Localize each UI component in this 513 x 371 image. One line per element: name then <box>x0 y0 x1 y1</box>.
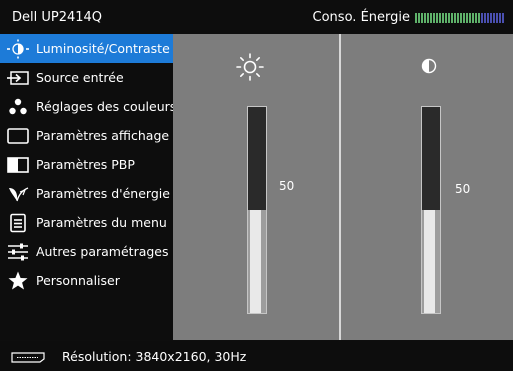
energy-segment <box>469 13 471 23</box>
menu-item-label: Paramètres affichage <box>36 128 170 143</box>
energy-settings-icon <box>6 184 30 204</box>
menu-item-pbp-settings[interactable]: Paramètres PBP <box>0 150 173 179</box>
color-settings-icon <box>6 97 30 117</box>
energy-segment <box>442 13 444 23</box>
menu-item-personalize[interactable]: Personnaliser <box>0 266 173 295</box>
energy-segment <box>466 13 468 23</box>
menu-item-energy-settings[interactable]: Paramètres d'énergie <box>0 179 173 208</box>
menu-item-label: Paramètres PBP <box>36 157 135 172</box>
energy-segment <box>454 13 456 23</box>
energy-segment <box>418 13 420 23</box>
brightness-slider[interactable] <box>247 106 267 314</box>
energy-segment <box>499 13 501 23</box>
displayport-icon <box>11 351 45 366</box>
energy-segment <box>439 13 441 23</box>
menu-item-brightness-contrast[interactable]: Luminosité/Contraste <box>0 34 173 63</box>
energy-segment <box>457 13 459 23</box>
energy-segment <box>472 13 474 23</box>
contrast-slider-fill <box>422 210 440 313</box>
menu-item-input-source[interactable]: Source entrée <box>0 63 173 92</box>
resolution-info: Résolution: 3840x2160, 30Hz <box>62 349 247 364</box>
energy-segment <box>487 13 489 23</box>
menu-item-other-settings[interactable]: Autres paramétrages <box>0 237 173 266</box>
menu-item-display-settings[interactable]: Paramètres affichage <box>0 121 173 150</box>
menu-settings-icon <box>6 213 30 233</box>
menu-item-label: Personnaliser <box>36 273 120 288</box>
energy-segment <box>445 13 447 23</box>
energy-segment <box>496 13 498 23</box>
energy-segment <box>436 13 438 23</box>
energy-segment <box>475 13 477 23</box>
energy-segment <box>421 13 423 23</box>
input-source-icon <box>6 68 30 88</box>
menu-item-menu-settings[interactable]: Paramètres du menu <box>0 208 173 237</box>
sun-icon <box>235 52 265 86</box>
energy-segment <box>451 13 453 23</box>
menu-item-label: Réglages des couleurs <box>36 99 177 114</box>
other-settings-icon <box>6 242 30 262</box>
energy-segment <box>478 13 480 23</box>
brightness-contrast-icon <box>6 39 30 59</box>
monitor-osd: Dell UP2414Q Conso. Énergie Luminosité/C… <box>0 0 513 371</box>
osd-header: Dell UP2414Q Conso. Énergie <box>0 0 513 35</box>
menu-item-label: Autres paramétrages <box>36 244 169 259</box>
contrast-slider[interactable] <box>421 106 441 314</box>
osd-footer: Résolution: 3840x2160, 30Hz <box>0 341 513 371</box>
menu-item-label: Source entrée <box>36 70 124 85</box>
brightness-value: 50 <box>279 179 295 193</box>
contrast-value: 50 <box>455 182 471 196</box>
energy-segment <box>424 13 426 23</box>
display-settings-icon <box>6 126 30 146</box>
energy-segment <box>415 13 417 23</box>
energy-level-bar <box>415 12 505 23</box>
star-icon <box>6 271 30 291</box>
energy-label: Conso. Énergie <box>312 10 410 25</box>
contrast-icon <box>420 57 438 79</box>
brightness-slider-fill <box>248 210 266 313</box>
energy-segment <box>493 13 495 23</box>
energy-segment <box>481 13 483 23</box>
energy-segment <box>490 13 492 23</box>
menu-item-label: Luminosité/Contraste <box>36 41 170 56</box>
menu-item-color-settings[interactable]: Réglages des couleurs <box>0 92 177 121</box>
energy-segment <box>430 13 432 23</box>
energy-segment <box>427 13 429 23</box>
energy-meter: Conso. Énergie <box>313 10 505 25</box>
energy-segment <box>502 13 504 23</box>
energy-segment <box>460 13 462 23</box>
menu-item-label: Paramètres d'énergie <box>36 186 170 201</box>
energy-segment <box>463 13 465 23</box>
model-name: Dell UP2414Q <box>12 10 103 25</box>
pbp-icon <box>6 155 30 175</box>
energy-segment <box>484 13 486 23</box>
energy-segment <box>448 13 450 23</box>
energy-segment <box>433 13 435 23</box>
menu-item-label: Paramètres du menu <box>36 215 167 230</box>
osd-menu: Luminosité/Contraste Source entrée Régla… <box>0 34 177 340</box>
